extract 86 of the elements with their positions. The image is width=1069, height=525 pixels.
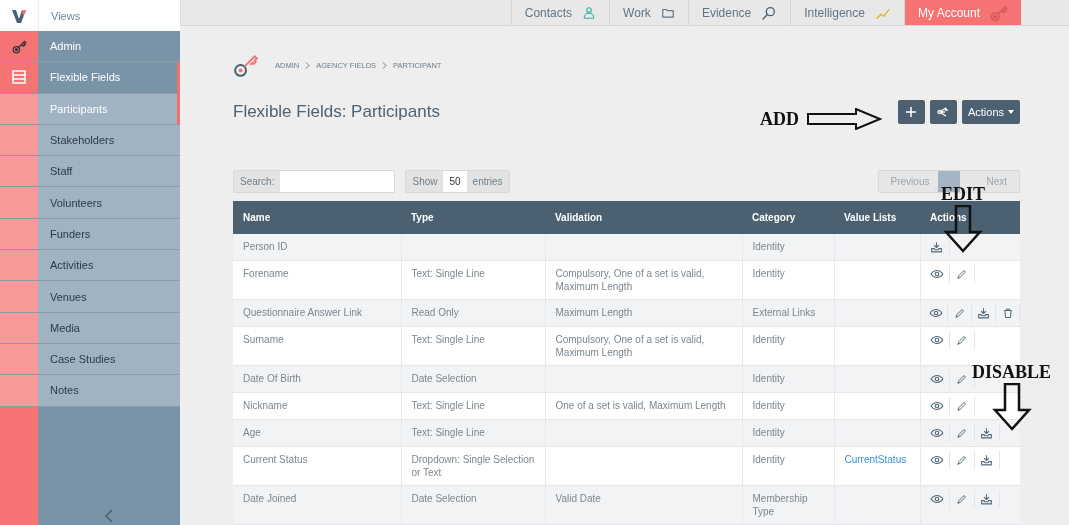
share-button[interactable] — [929, 100, 957, 124]
pencil-icon — [955, 493, 968, 505]
table-cell: Read Only — [401, 299, 545, 327]
table-cell: Age — [233, 419, 401, 447]
eye-icon — [929, 426, 944, 440]
key-icon — [990, 3, 1008, 22]
plus-icon — [906, 107, 917, 117]
pencil-icon — [955, 373, 968, 385]
arrow-right-icon — [807, 108, 882, 130]
table-cell: Current Status — [233, 446, 401, 486]
table-cell: Valid Date — [545, 485, 742, 525]
column-header: Type — [401, 201, 545, 234]
table-cell: Maximum Length — [545, 299, 742, 327]
table-cell: External Links — [742, 299, 834, 327]
top-nav-tab[interactable]: My Account — [903, 0, 1021, 25]
table-cell: Identity — [742, 326, 834, 366]
table-cell: Date Joined — [233, 485, 401, 525]
person-icon — [582, 5, 597, 20]
eye-icon — [929, 267, 944, 281]
caret-icon — [1008, 110, 1014, 114]
eye-icon — [928, 306, 943, 320]
page-length-selector[interactable]: Show 50 entries — [405, 170, 510, 193]
top-nav-tab[interactable]: Evidence — [687, 0, 791, 25]
eye-icon — [929, 333, 944, 347]
top-nav-tab[interactable]: Intelligence — [790, 0, 904, 25]
table-cell: Date Selection — [401, 365, 545, 393]
table-cell: Person ID — [233, 234, 401, 261]
top-nav-tab[interactable]: Contacts — [510, 0, 610, 25]
table-cell: Surname — [233, 326, 401, 366]
table-cell: One of a set is valid, Maximum Length — [545, 392, 742, 420]
pencil-icon — [955, 454, 968, 466]
add-button[interactable] — [897, 100, 925, 124]
actions-button[interactable]: Actions — [961, 100, 1020, 124]
tray-download-icon — [930, 240, 943, 254]
eye-icon — [929, 372, 944, 386]
list-icon — [12, 70, 26, 85]
column-header: Value Lists — [834, 201, 920, 234]
table-cell: Date Selection — [401, 485, 545, 525]
tray-download-icon — [980, 453, 993, 467]
top-nav-tab[interactable]: Work — [609, 0, 688, 25]
table-cell: Questionnaire Answer Link — [233, 299, 401, 327]
column-header: Name — [233, 201, 401, 234]
table-cell: Compulsory, One of a set is valid, Maximum Length — [545, 260, 742, 300]
page-title: Flexible Fields: Participants — [233, 102, 440, 122]
annotation-label: ADD — [760, 108, 799, 130]
pencil-icon — [955, 268, 968, 280]
table-cell: Text: Single Line — [401, 392, 545, 420]
table-cell: Compulsory, One of a set is valid, Maximum Length — [545, 326, 742, 366]
search-field[interactable]: Search: — [233, 170, 396, 193]
table-cell: Identity — [742, 419, 834, 447]
table-cell: Dropdown: Single Selection or Text — [401, 446, 545, 486]
table-cell: Date Of Birth — [233, 365, 401, 393]
pencil-icon — [953, 307, 966, 319]
magnifier-icon — [761, 4, 778, 21]
table-cell: Identity — [742, 365, 834, 393]
eye-icon — [929, 453, 944, 467]
pencil-icon — [955, 427, 968, 439]
value-list-link[interactable]: CurrentStatus — [844, 454, 907, 465]
pencil-icon — [955, 400, 968, 412]
column-header: Category — [742, 201, 834, 234]
table-cell: Identity — [742, 392, 834, 420]
eye-icon — [929, 492, 944, 506]
tray-download-icon — [980, 492, 993, 506]
key-icon — [233, 52, 259, 78]
chevron-right-icon — [382, 61, 388, 69]
v-logo-icon — [11, 7, 27, 24]
table-cell: Nickname — [233, 392, 401, 420]
branch-icon — [937, 106, 950, 118]
table-cell: Identity — [742, 446, 834, 486]
table-cell: Text: Single Line — [401, 326, 545, 366]
eye-icon — [929, 399, 944, 413]
table-cell: Identity — [742, 260, 834, 300]
column-header: Validation — [545, 201, 742, 234]
tray-download-icon — [977, 306, 991, 320]
table-cell: Membership Type — [742, 485, 834, 525]
pencil-icon — [955, 334, 968, 346]
table-cell: Text: Single Line — [401, 419, 545, 447]
tray-download-icon — [980, 426, 993, 440]
trash-icon — [1001, 307, 1014, 319]
table-cell: Identity — [742, 234, 834, 261]
table-cell: Forename — [233, 260, 401, 300]
chevron-right-icon — [305, 61, 311, 69]
table-cell: Text: Single Line — [401, 260, 545, 300]
arrow-down-icon — [991, 383, 1032, 431]
key-icon — [11, 38, 27, 54]
annotation-label: DISABLE — [972, 362, 1052, 383]
